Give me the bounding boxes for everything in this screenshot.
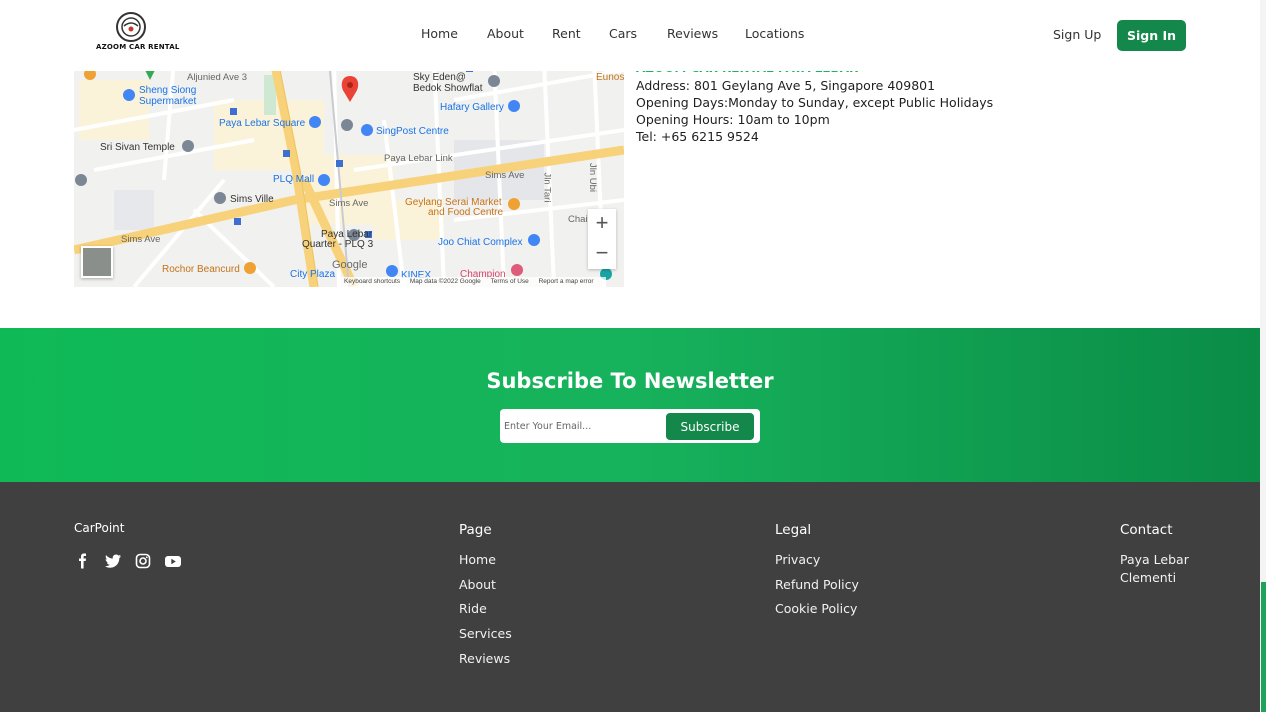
footer-brand: CarPoint — [74, 521, 125, 535]
map-attribution: Keyboard shortcuts Map data ©2022 Google… — [340, 277, 606, 287]
nav-home[interactable]: Home — [421, 26, 458, 41]
subscribe-button[interactable]: Subscribe — [666, 413, 754, 440]
page: AZOOM CAR RENTAL PAYA LEBAR Address: 801… — [0, 0, 1266, 712]
newsletter-email-input[interactable] — [504, 413, 662, 439]
nav-locations[interactable]: Locations — [745, 26, 804, 41]
sign-up-link[interactable]: Sign Up — [1053, 27, 1101, 42]
report-error-link[interactable]: Report a map error — [539, 278, 594, 285]
newsletter-form: Subscribe — [500, 409, 760, 443]
map-label: Sims Ave — [329, 198, 369, 209]
footer-contact-heading: Contact — [1120, 522, 1173, 538]
footer-page-links: Home About Ride Services Reviews — [459, 552, 512, 675]
map-data-text: Map data ©2022 Google — [409, 278, 481, 285]
footer-link-ride[interactable]: Ride — [459, 601, 512, 626]
footer-contact-links: Paya Lebar Clementi — [1120, 552, 1189, 587]
map-label: Rochor Beancurd — [162, 264, 240, 275]
nav-rent[interactable]: Rent — [552, 26, 581, 41]
location-map[interactable]: Aljunied Ave 3 Sheng Siong Supermarket S… — [74, 60, 624, 287]
footer-contact-paya-lebar[interactable]: Paya Lebar — [1120, 552, 1189, 570]
facebook-icon[interactable] — [74, 553, 92, 569]
location-hours: Opening Hours: 10am to 10pm — [636, 112, 830, 127]
instagram-icon[interactable] — [134, 553, 152, 569]
terms-link[interactable]: Terms of Use — [490, 278, 528, 285]
map-label: Quarter - PLQ 3 — [302, 239, 374, 250]
map-label: Chai — [568, 214, 588, 225]
zoom-in-button[interactable]: + — [588, 209, 616, 239]
site-header: AZOOM CAR RENTAL Home About Rent Cars Re… — [0, 0, 1266, 71]
footer-link-privacy[interactable]: Privacy — [775, 552, 859, 577]
map-label: Sims Ave — [121, 234, 161, 245]
map-label: Paya Lebar Link — [384, 153, 453, 164]
footer-contact-clementi[interactable]: Clementi — [1120, 570, 1189, 588]
map-label: Sheng Siong — [139, 85, 197, 96]
logo[interactable]: AZOOM CAR RENTAL — [96, 12, 180, 56]
location-tel: Tel: +65 6215 9524 — [636, 129, 759, 144]
location-info: AZOOM CAR RENTAL PAYA LEBAR Address: 801… — [636, 60, 993, 145]
google-logo: Google — [332, 259, 368, 271]
newsletter-title: Subscribe To Newsletter — [486, 369, 774, 393]
map-label: Joo Chiat Complex — [438, 237, 523, 248]
nav-about[interactable]: About — [487, 26, 524, 41]
twitter-icon[interactable] — [104, 553, 122, 569]
map-label: and Food Centre — [428, 207, 504, 218]
map-label: Eunos — [596, 72, 624, 83]
logo-text: AZOOM CAR RENTAL — [96, 43, 180, 51]
map-label: Sims Ave — [485, 170, 525, 181]
map-label: Supermarket — [139, 96, 197, 107]
map-label: Sri Sivan Temple — [100, 142, 175, 153]
map-label: Bedok Showflat — [413, 83, 483, 94]
footer-link-services[interactable]: Services — [459, 626, 512, 651]
location-address: Address: 801 Geylang Ave 5, Singapore 40… — [636, 78, 936, 93]
steering-wheel-icon — [116, 12, 146, 42]
map-label: Jln Tari — [541, 172, 553, 203]
map-label: Hafary Gallery — [440, 102, 504, 113]
footer-link-refund-policy[interactable]: Refund Policy — [775, 577, 859, 602]
newsletter-section: Subscribe To Newsletter Subscribe — [0, 328, 1260, 482]
footer-link-cookie-policy[interactable]: Cookie Policy — [775, 601, 859, 626]
nav-cars[interactable]: Cars — [609, 26, 637, 41]
site-footer: CarPoint Page Home About Ride Services R… — [0, 482, 1260, 712]
location-days: Opening Days:Monday to Sunday, except Pu… — [636, 95, 994, 110]
sign-in-button[interactable]: Sign In — [1117, 20, 1186, 51]
map-zoom-controls: + − — [588, 209, 616, 269]
footer-legal-heading: Legal — [775, 522, 812, 538]
map-label: Sims Ville — [230, 194, 274, 205]
map-label: Jln Ubi — [587, 162, 599, 193]
youtube-icon[interactable] — [164, 553, 182, 569]
zoom-out-button[interactable]: − — [588, 239, 616, 269]
map-label: City Plaza — [290, 269, 336, 280]
map-label: SingPost Centre — [376, 126, 449, 137]
footer-link-about[interactable]: About — [459, 577, 512, 602]
map-label: Paya Lebar Square — [219, 118, 306, 129]
nav-reviews[interactable]: Reviews — [667, 26, 718, 41]
scrollbar-thumb[interactable] — [1261, 582, 1266, 712]
footer-page-heading: Page — [459, 522, 492, 538]
footer-link-home[interactable]: Home — [459, 552, 512, 577]
map-label: Aljunied Ave 3 — [187, 72, 248, 83]
footer-link-reviews[interactable]: Reviews — [459, 651, 512, 676]
footer-legal-links: Privacy Refund Policy Cookie Policy — [775, 552, 859, 626]
keyboard-shortcuts-link[interactable]: Keyboard shortcuts — [344, 278, 400, 285]
map-layers-button[interactable] — [81, 246, 113, 278]
map-label: Sky Eden@ — [413, 72, 466, 83]
map-label: PLQ Mall — [273, 174, 315, 185]
